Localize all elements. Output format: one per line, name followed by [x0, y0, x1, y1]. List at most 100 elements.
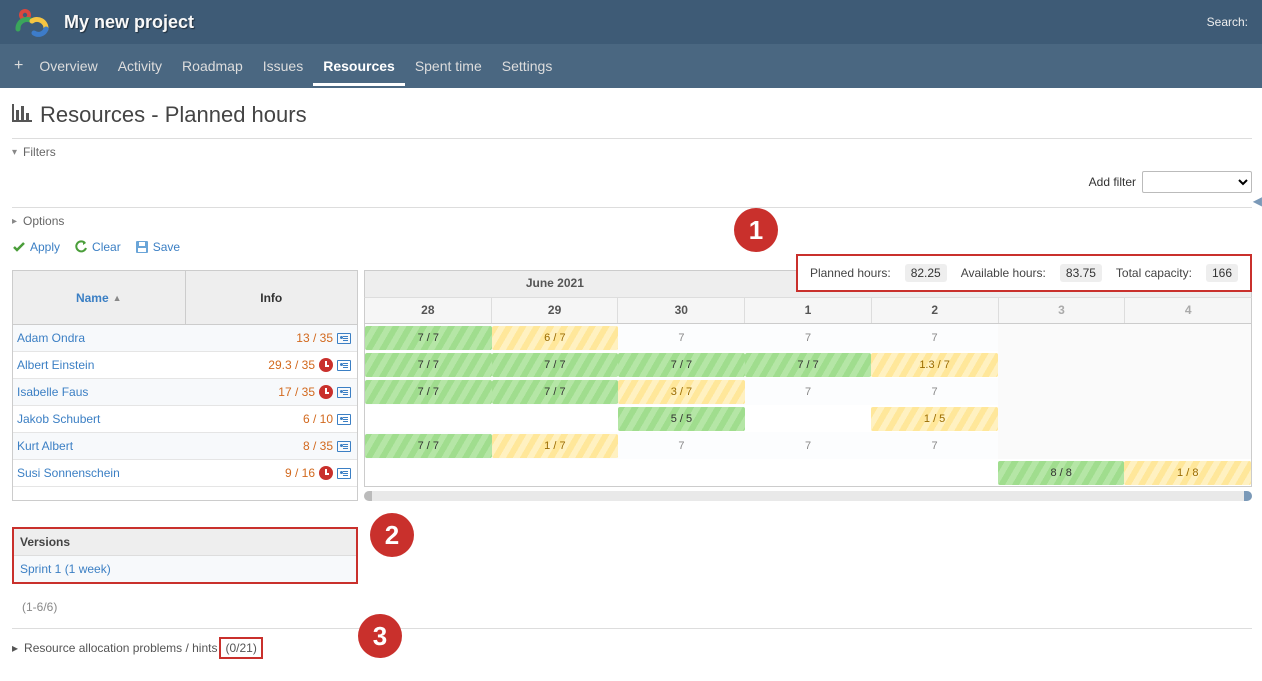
allocation-bar[interactable]: 7 / 7: [365, 353, 492, 377]
resource-name-link[interactable]: Adam Ondra: [17, 331, 85, 345]
project-title[interactable]: My new project: [64, 12, 194, 33]
timeline-cell[interactable]: 8 / 8: [998, 459, 1125, 486]
apply-button[interactable]: Apply: [12, 240, 60, 254]
timeline-cell[interactable]: 7 / 7: [492, 351, 619, 378]
allocation-bar[interactable]: 7 / 7: [365, 434, 492, 458]
day-header[interactable]: 1: [744, 298, 871, 323]
nav-spent-time[interactable]: Spent time: [405, 46, 492, 86]
scroll-thumb-right[interactable]: [1244, 491, 1252, 501]
timeline-cell[interactable]: 7 / 7: [365, 432, 492, 459]
allocation-bar[interactable]: 7 / 7: [618, 353, 745, 377]
scroll-thumb-left[interactable]: [364, 491, 372, 501]
timeline-cell[interactable]: [871, 459, 998, 486]
timeline-cell[interactable]: [1124, 378, 1251, 405]
allocation-bar[interactable]: 1 / 7: [492, 434, 619, 458]
timeline-cell[interactable]: 7 / 7: [365, 378, 492, 405]
resource-name-link[interactable]: Isabelle Faus: [17, 385, 88, 399]
resource-name-link[interactable]: Susi Sonnenschein: [17, 466, 120, 480]
resource-name-link[interactable]: Albert Einstein: [17, 358, 94, 372]
options-toggle[interactable]: Options: [12, 207, 1252, 234]
vcard-icon[interactable]: [337, 387, 351, 398]
nav-overview[interactable]: Overview: [29, 46, 107, 86]
allocation-bar[interactable]: 3 / 7: [618, 380, 745, 404]
allocation-bar[interactable]: 7 / 7: [745, 353, 872, 377]
allocation-bar[interactable]: 5 / 5: [618, 407, 745, 431]
timeline-cell[interactable]: 7 / 7: [492, 378, 619, 405]
timeline-cell[interactable]: 7: [871, 378, 998, 405]
allocation-bar[interactable]: 7 / 7: [492, 353, 619, 377]
timeline-cell[interactable]: [998, 432, 1125, 459]
problems-toggle[interactable]: ▸ Resource allocation problems / hints (…: [12, 628, 1252, 667]
timeline-cell[interactable]: 7 / 7: [618, 351, 745, 378]
timeline-cell[interactable]: [745, 459, 872, 486]
timeline-cell[interactable]: 7 / 7: [745, 351, 872, 378]
timeline-cell[interactable]: 1 / 5: [871, 405, 998, 432]
horizontal-scrollbar[interactable]: [364, 491, 1252, 501]
filters-toggle[interactable]: Filters: [12, 138, 1252, 165]
timeline-cell[interactable]: [998, 405, 1125, 432]
nav-activity[interactable]: Activity: [108, 46, 172, 86]
add-filter-select[interactable]: [1142, 171, 1252, 193]
timeline-cell[interactable]: 7: [745, 378, 872, 405]
timeline-cell[interactable]: 1.3 / 7: [871, 351, 998, 378]
nav-issues[interactable]: Issues: [253, 46, 313, 86]
expand-sidebar-icon[interactable]: ◀: [1253, 194, 1262, 208]
column-header-name[interactable]: Name ▲: [13, 271, 186, 324]
version-link[interactable]: Sprint 1 (1 week): [20, 562, 111, 576]
timeline-cell[interactable]: [365, 459, 492, 486]
allocation-bar[interactable]: 7 / 7: [365, 380, 492, 404]
version-item[interactable]: Sprint 1 (1 week): [14, 556, 356, 582]
timeline-cell[interactable]: 7 / 7: [365, 324, 492, 351]
timeline-cell[interactable]: 7: [618, 432, 745, 459]
clear-button[interactable]: Clear: [74, 240, 121, 254]
timeline-cell[interactable]: [998, 351, 1125, 378]
day-header[interactable]: 3: [998, 298, 1125, 323]
timeline-cell[interactable]: [618, 459, 745, 486]
timeline-cell[interactable]: 3 / 7: [618, 378, 745, 405]
day-header[interactable]: 28: [365, 298, 491, 323]
timeline-cell[interactable]: [492, 459, 619, 486]
allocation-bar[interactable]: 8 / 8: [998, 461, 1125, 485]
timeline-cell[interactable]: [1124, 351, 1251, 378]
day-header[interactable]: 4: [1124, 298, 1251, 323]
allocation-bar[interactable]: 7 / 7: [492, 380, 619, 404]
app-logo[interactable]: [14, 7, 50, 37]
nav-settings[interactable]: Settings: [492, 46, 563, 86]
timeline-cell[interactable]: [1124, 432, 1251, 459]
nav-resources[interactable]: Resources: [313, 46, 405, 86]
timeline-cell[interactable]: [998, 378, 1125, 405]
vcard-icon[interactable]: [337, 468, 351, 479]
timeline-cell[interactable]: [998, 324, 1125, 351]
timeline-cell[interactable]: 7: [745, 432, 872, 459]
timeline-cell[interactable]: [1124, 405, 1251, 432]
timeline-cell[interactable]: 7 / 7: [365, 351, 492, 378]
timeline-cell[interactable]: 7: [618, 324, 745, 351]
day-header[interactable]: 30: [617, 298, 744, 323]
search-label[interactable]: Search:: [1207, 15, 1248, 29]
vcard-icon[interactable]: [337, 441, 351, 452]
timeline-cell[interactable]: 1 / 7: [492, 432, 619, 459]
allocation-bar[interactable]: 7 / 7: [365, 326, 492, 350]
timeline-cell[interactable]: 5 / 5: [618, 405, 745, 432]
vcard-icon[interactable]: [337, 360, 351, 371]
column-header-info[interactable]: Info: [186, 271, 358, 324]
timeline-cell[interactable]: 7: [745, 324, 872, 351]
timeline-cell[interactable]: [365, 405, 492, 432]
timeline-cell[interactable]: 7: [871, 432, 998, 459]
day-header[interactable]: 2: [871, 298, 998, 323]
nav-roadmap[interactable]: Roadmap: [172, 46, 253, 86]
add-menu-button[interactable]: +: [8, 57, 29, 75]
resource-name-link[interactable]: Kurt Albert: [17, 439, 73, 453]
timeline-cell[interactable]: [1124, 324, 1251, 351]
timeline-cell[interactable]: 1 / 8: [1124, 459, 1251, 486]
timeline-cell[interactable]: [492, 405, 619, 432]
day-header[interactable]: 29: [491, 298, 618, 323]
allocation-bar[interactable]: 6 / 7: [492, 326, 619, 350]
vcard-icon[interactable]: [337, 414, 351, 425]
resource-name-link[interactable]: Jakob Schubert: [17, 412, 100, 426]
timeline-cell[interactable]: 7: [871, 324, 998, 351]
allocation-bar[interactable]: 1 / 8: [1124, 461, 1251, 485]
timeline-cell[interactable]: 6 / 7: [492, 324, 619, 351]
vcard-icon[interactable]: [337, 333, 351, 344]
save-button[interactable]: Save: [135, 240, 180, 254]
